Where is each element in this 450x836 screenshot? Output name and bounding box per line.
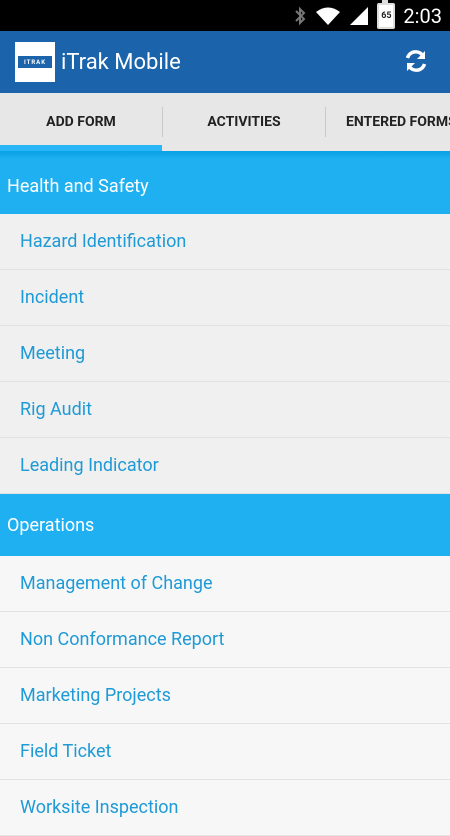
form-list: Health and Safety Hazard Identification … [0,158,450,836]
status-bar: 65 2:03 [0,0,450,31]
battery-level: 65 [377,0,396,29]
list-item-management-of-change[interactable]: Management of Change [0,556,450,612]
list-item-leading-indicator[interactable]: Leading Indicator [0,438,450,494]
tab-divider-bar [0,151,450,158]
list-item-worksite-inspection[interactable]: Worksite Inspection [0,780,450,836]
item-label: Non Conformance Report [20,629,225,650]
tab-label: ACTIVITIES [207,114,281,130]
battery-icon: 65 [377,0,396,29]
refresh-button[interactable] [400,45,432,77]
item-label: Leading Indicator [20,455,159,476]
tab-label: ADD FORM [46,114,116,130]
item-label: Management of Change [20,573,213,594]
list-item-non-conformance-report[interactable]: Non Conformance Report [0,612,450,668]
section-header-health-and-safety: Health and Safety [0,158,450,214]
tab-label: ENTERED FORMS [346,114,450,130]
item-label: Worksite Inspection [20,797,179,818]
status-icons: 65 2:03 [285,0,450,31]
app-bar: ITRAK iTrak Mobile [0,31,450,93]
list-item-incident[interactable]: Incident [0,270,450,326]
logo-text: ITRAK [18,56,52,68]
list-item-marketing-projects[interactable]: Marketing Projects [0,668,450,724]
bluetooth-icon [293,6,307,26]
item-label: Hazard Identification [20,231,187,252]
app-logo: ITRAK [15,42,55,82]
refresh-icon [405,50,427,72]
section-items-operations: Management of Change Non Conformance Rep… [0,556,450,836]
section-title: Health and Safety [7,175,149,197]
signal-icon [349,6,369,26]
item-label: Meeting [20,343,86,364]
status-time: 2:03 [403,3,442,28]
list-item-meeting[interactable]: Meeting [0,326,450,382]
tab-activities[interactable]: ACTIVITIES [163,93,325,151]
wifi-icon [315,6,341,26]
section-items-health-and-safety: Hazard Identification Incident Meeting R… [0,214,450,494]
item-label: Field Ticket [20,741,112,762]
list-item-rig-audit[interactable]: Rig Audit [0,382,450,438]
list-item-hazard-identification[interactable]: Hazard Identification [0,214,450,270]
list-item-field-ticket[interactable]: Field Ticket [0,724,450,780]
item-label: Marketing Projects [20,685,171,706]
item-label: Rig Audit [20,399,93,420]
tab-add-form[interactable]: ADD FORM [0,93,162,151]
app-title: iTrak Mobile [61,49,181,75]
section-header-operations: Operations [0,494,450,556]
section-title: Operations [7,514,95,536]
tab-bar: ADD FORM ACTIVITIES ENTERED FORMS [0,93,450,152]
item-label: Incident [20,287,85,308]
tab-entered-forms[interactable]: ENTERED FORMS [326,93,450,151]
